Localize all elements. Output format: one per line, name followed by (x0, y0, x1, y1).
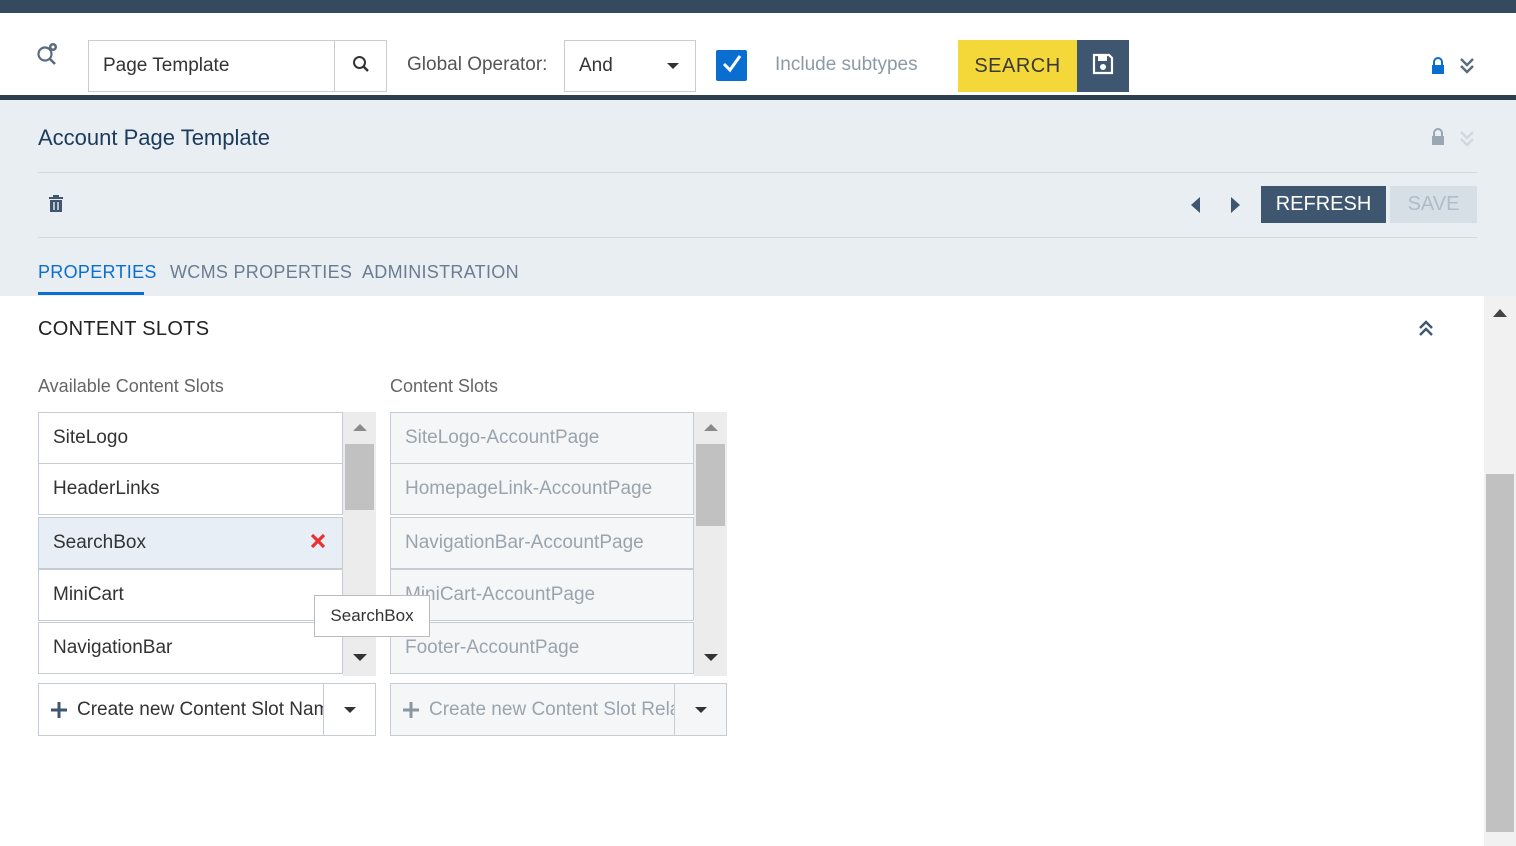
lock-icon[interactable] (1431, 57, 1445, 80)
refresh-button[interactable]: REFRESH (1261, 186, 1386, 223)
save-icon (1092, 53, 1114, 80)
scroll-up-arrow-icon[interactable] (1493, 309, 1507, 317)
search-toolbar: Page Template Global Operator: And Inclu… (0, 13, 1516, 95)
global-operator-label: Global Operator: (407, 54, 548, 75)
content-slots-list: SiteLogo-AccountPage HomepageLink-Accoun… (390, 412, 727, 676)
tab-properties[interactable]: PROPERTIES (38, 262, 157, 283)
divider (38, 237, 1477, 238)
list-item[interactable]: NavigationBar (38, 622, 343, 674)
tooltip: SearchBox (314, 595, 430, 637)
search-submit-button[interactable] (334, 40, 387, 92)
scroll-down-arrow-icon[interactable] (353, 654, 367, 661)
scroll-up-arrow-icon[interactable] (353, 424, 367, 431)
create-content-slot-relation-label: Create new Content Slot Rela (429, 698, 675, 720)
scroll-up-arrow-icon[interactable] (704, 424, 718, 431)
list-item: HomepageLink-AccountPage (390, 463, 694, 515)
create-content-slot-relation-dropdown[interactable] (674, 683, 727, 736)
include-subtypes-label: Include subtypes (775, 54, 918, 75)
scroll-thumb[interactable] (1486, 474, 1514, 832)
editor-title: Account Page Template (38, 125, 270, 150)
create-content-slot-name-dropdown[interactable] (323, 683, 376, 736)
save-button[interactable]: SAVE (1390, 186, 1477, 223)
list-item: Footer-AccountPage (390, 622, 694, 674)
top-header-bar (0, 0, 1516, 13)
editor-content: CONTENT SLOTS Available Content Slots Co… (0, 296, 1484, 846)
include-subtypes-checkbox[interactable] (716, 50, 747, 81)
double-chevron-down-icon[interactable] (1459, 57, 1475, 80)
tab-administration[interactable]: ADMINISTRATION (362, 262, 519, 283)
create-content-slot-relation-field[interactable]: Create new Content Slot Rela (390, 683, 675, 736)
caret-down-icon (344, 707, 356, 713)
list-item[interactable]: HeaderLinks (38, 463, 343, 515)
arrow-right-icon[interactable] (1230, 196, 1242, 219)
search-input[interactable]: Page Template (88, 40, 335, 92)
lock-icon[interactable] (1431, 128, 1445, 151)
list-item: SiteLogo-AccountPage (390, 412, 694, 464)
scroll-thumb[interactable] (345, 444, 374, 510)
trash-icon[interactable] (48, 195, 64, 218)
plus-icon (50, 701, 68, 725)
list-item: NavigationBar-AccountPage (390, 517, 694, 569)
global-operator-value: And (579, 55, 613, 76)
active-tab-indicator (38, 292, 144, 295)
section-title: CONTENT SLOTS (38, 318, 210, 340)
caret-down-icon (695, 707, 707, 713)
save-query-button[interactable] (1077, 40, 1129, 92)
search-icon (352, 55, 370, 78)
caret-down-icon (667, 63, 679, 69)
content-slots-label: Content Slots (390, 376, 499, 396)
scroll-thumb[interactable] (696, 444, 725, 526)
create-content-slot-name-field[interactable]: Create new Content Slot Nam (38, 683, 324, 736)
double-chevron-down-icon[interactable] (1459, 130, 1475, 153)
list-scrollbar[interactable] (694, 412, 727, 676)
scroll-down-arrow-icon[interactable] (704, 654, 718, 661)
list-item: MiniCart-AccountPage (390, 569, 694, 621)
advanced-search-icon[interactable] (36, 41, 60, 65)
plus-icon (402, 701, 420, 725)
search-button[interactable]: SEARCH (958, 40, 1077, 92)
tab-wcms-properties[interactable]: WCMS PROPERTIES (170, 262, 352, 283)
editor-header: Account Page Template REFRESH SAVE PROPE… (0, 100, 1516, 296)
remove-icon[interactable] (310, 533, 326, 555)
list-item-selected[interactable]: SearchBox (38, 517, 343, 569)
checkmark-icon (721, 52, 743, 79)
arrow-left-icon[interactable] (1189, 196, 1201, 219)
available-slots-label: Available Content Slots (38, 376, 224, 396)
global-operator-select[interactable]: And (564, 40, 696, 92)
list-item[interactable]: MiniCart (38, 569, 343, 621)
list-item-label: SearchBox (53, 532, 146, 553)
divider (38, 172, 1477, 173)
list-item[interactable]: SiteLogo (38, 412, 343, 464)
create-content-slot-name-label: Create new Content Slot Nam (77, 698, 324, 720)
double-chevron-up-icon[interactable] (1418, 320, 1434, 343)
page-scrollbar[interactable] (1484, 296, 1516, 846)
